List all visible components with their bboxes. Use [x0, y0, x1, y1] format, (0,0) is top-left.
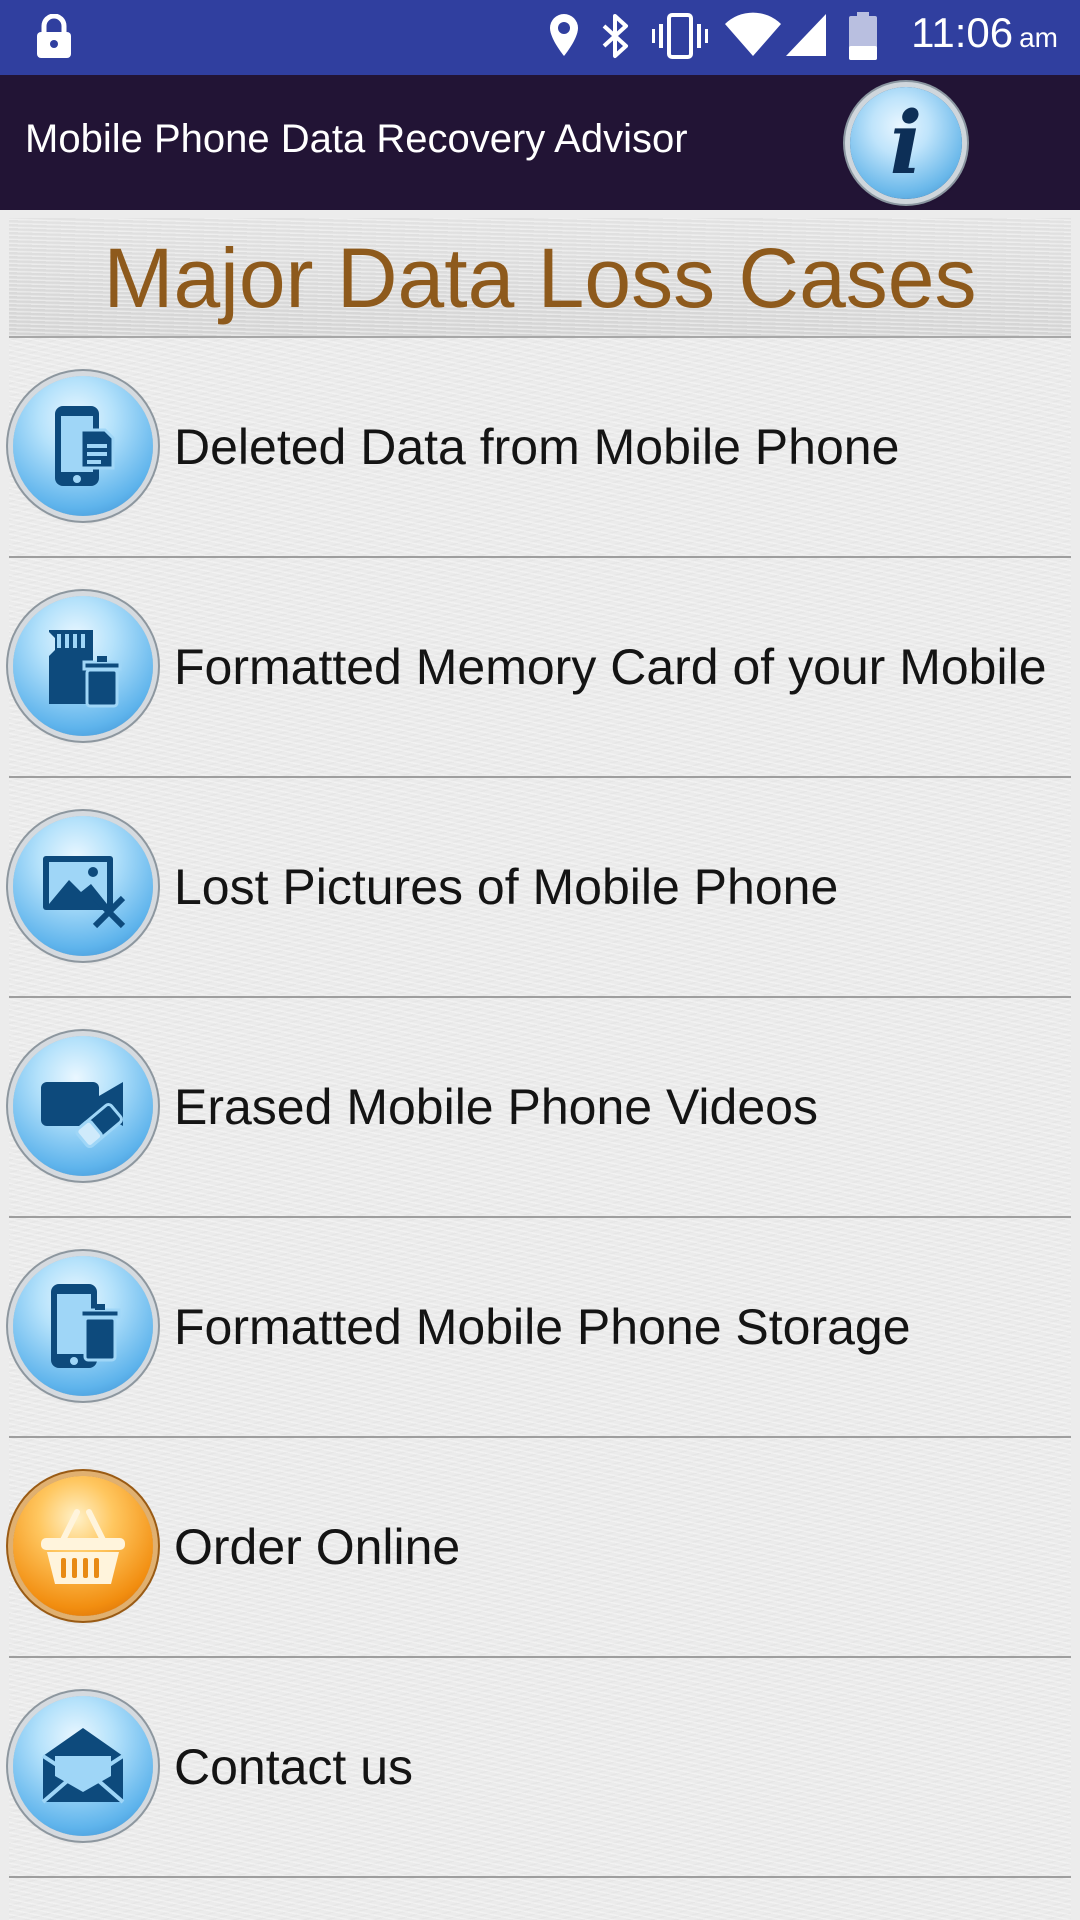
case-item-erased-videos[interactable]: Erased Mobile Phone Videos	[9, 998, 1071, 1218]
phone-trash-icon	[13, 1256, 153, 1396]
info-icon: i	[889, 93, 923, 194]
video-eraser-icon	[13, 1036, 153, 1176]
case-label: Erased Mobile Phone Videos	[174, 1079, 818, 1135]
clock: 11:06 am	[911, 9, 1058, 56]
status-bar: 11:06 am	[0, 0, 1080, 75]
case-item-formatted-storage[interactable]: Formatted Mobile Phone Storage	[9, 1218, 1071, 1438]
case-list: Deleted Data from Mobile Phone Formatted…	[9, 338, 1071, 1878]
lock-icon	[37, 14, 71, 58]
app-title: Mobile Phone Data Recovery Advisor	[25, 117, 688, 161]
case-label: Deleted Data from Mobile Phone	[174, 419, 900, 475]
case-label: Order Online	[174, 1519, 461, 1575]
main-content: Major Data Loss Cases Deleted Data from …	[9, 218, 1071, 1920]
info-button[interactable]: i	[850, 87, 962, 199]
app-bar: Mobile Phone Data Recovery Advisor i	[0, 75, 1080, 210]
case-item-order-online[interactable]: Order Online	[9, 1438, 1071, 1658]
envelope-icon	[13, 1696, 153, 1836]
bluetooth-icon	[602, 14, 628, 58]
page-title: Major Data Loss Cases	[103, 231, 977, 325]
memory-card-trash-icon	[13, 596, 153, 736]
shopping-basket-icon	[13, 1476, 153, 1616]
case-item-contact-us[interactable]: Contact us	[9, 1658, 1071, 1878]
wifi-icon	[725, 12, 781, 56]
location-icon	[550, 14, 578, 56]
battery-icon	[849, 12, 877, 60]
phone-document-icon	[13, 376, 153, 516]
case-label: Lost Pictures of Mobile Phone	[174, 859, 839, 915]
case-label: Contact us	[174, 1739, 414, 1795]
case-item-deleted-data[interactable]: Deleted Data from Mobile Phone	[9, 338, 1071, 558]
picture-delete-icon	[13, 816, 153, 956]
signal-icon	[786, 14, 826, 56]
case-item-lost-pictures[interactable]: Lost Pictures of Mobile Phone	[9, 778, 1071, 998]
section-header: Major Data Loss Cases	[9, 218, 1071, 338]
vibrate-icon	[652, 13, 708, 59]
case-label: Formatted Memory Card of your Mobile	[174, 639, 1047, 695]
case-item-formatted-memory-card[interactable]: Formatted Memory Card of your Mobile	[9, 558, 1071, 778]
case-label: Formatted Mobile Phone Storage	[174, 1299, 911, 1355]
